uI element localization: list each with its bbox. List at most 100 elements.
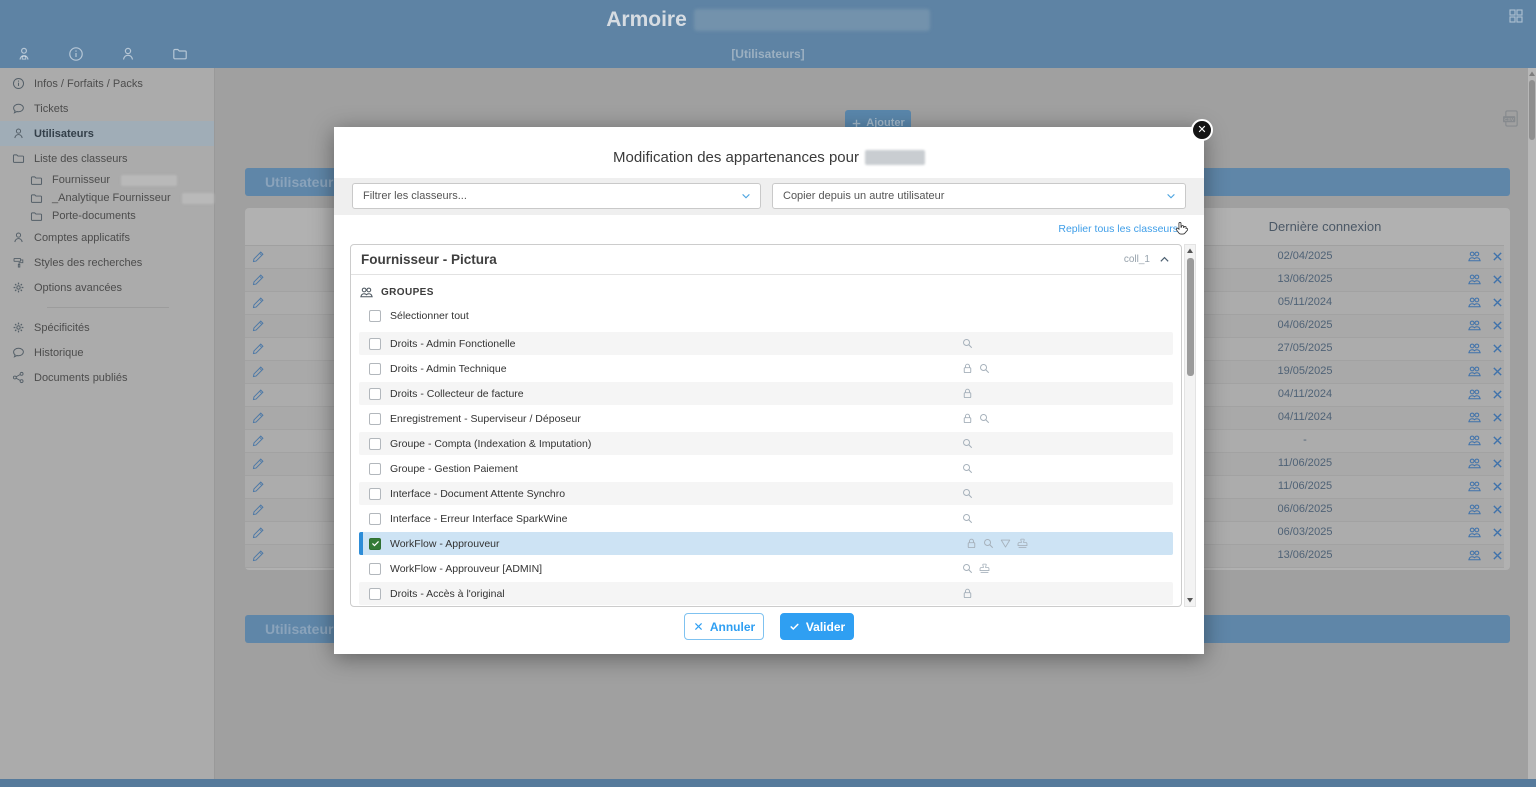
sidebar-item-porte-documents[interactable]: Porte-documents (0, 207, 214, 225)
group-checkbox[interactable] (369, 513, 381, 525)
edit-icon[interactable] (252, 411, 265, 424)
delete-icon[interactable] (1491, 319, 1504, 332)
classeur-panel-header[interactable]: Fournisseur - Pictura coll_1 (351, 245, 1181, 275)
apps-grid-icon[interactable] (1508, 8, 1524, 24)
edit-icon[interactable] (252, 365, 265, 378)
user-groups-icon[interactable] (1467, 318, 1482, 333)
user-groups-icon[interactable] (1467, 479, 1482, 494)
delete-icon[interactable] (1491, 250, 1504, 263)
user-groups-icon[interactable] (1467, 456, 1482, 471)
delete-icon[interactable] (1491, 434, 1504, 447)
modal-scroll-thumb[interactable] (1187, 258, 1194, 376)
delete-icon[interactable] (1491, 342, 1504, 355)
user-groups-icon[interactable] (1467, 249, 1482, 264)
edit-icon[interactable] (252, 434, 265, 447)
edit-icon[interactable] (252, 388, 265, 401)
edit-icon[interactable] (252, 296, 265, 309)
close-icon[interactable]: ✕ (1191, 119, 1213, 141)
group-checkbox[interactable] (369, 488, 381, 500)
group-checkbox[interactable] (369, 588, 381, 600)
sidebar-item-infos-forfaits-packs[interactable]: Infos / Forfaits / Packs (0, 71, 214, 96)
user-groups-icon[interactable] (1467, 410, 1482, 425)
group-checkbox[interactable] (369, 338, 381, 350)
delete-icon[interactable] (1491, 503, 1504, 516)
group-row-enregistrement-superviseur-d-poseur[interactable]: Enregistrement - Superviseur / Déposeur (359, 407, 1173, 430)
group-row-workflow-approuveur-admin[interactable]: WorkFlow - Approuveur [ADMIN] (359, 557, 1173, 580)
delete-icon[interactable] (1491, 273, 1504, 286)
group-row-groupe-compta-indexation-imputation[interactable]: Groupe - Compta (Indexation & Imputation… (359, 432, 1173, 455)
delete-icon[interactable] (1491, 480, 1504, 493)
edit-icon[interactable] (252, 342, 265, 355)
edit-icon[interactable] (252, 503, 265, 516)
edit-icon[interactable] (252, 457, 265, 470)
scroll-up-icon[interactable] (1186, 247, 1194, 255)
page-scroll-thumb[interactable] (1529, 80, 1535, 140)
edit-icon[interactable] (252, 273, 265, 286)
select-all-row[interactable]: Sélectionner tout (359, 305, 1173, 327)
sidebar-item-historique[interactable]: Historique (0, 340, 214, 365)
group-row-interface-document-attente-synchro[interactable]: Interface - Document Attente Synchro (359, 482, 1173, 505)
sidebar-item-options-avanc-es[interactable]: Options avancées (0, 275, 214, 300)
edit-icon[interactable] (252, 526, 265, 539)
delete-icon[interactable] (1491, 411, 1504, 424)
group-checkbox[interactable] (369, 463, 381, 475)
edit-icon[interactable] (252, 549, 265, 562)
group-row-workflow-approuveur[interactable]: WorkFlow - Approuveur (359, 532, 1173, 555)
chevron-up-icon[interactable] (1158, 253, 1171, 266)
group-checkbox[interactable] (369, 563, 381, 575)
sidebar-item-documents-publi-s[interactable]: Documents publiés (0, 365, 214, 390)
sidebar-item-utilisateurs[interactable]: Utilisateurs (0, 121, 214, 146)
group-row-droits-admin-fonctionelle[interactable]: Droits - Admin Fonctionelle (359, 332, 1173, 355)
user-groups-icon[interactable] (1467, 433, 1482, 448)
user-groups-icon[interactable] (1467, 548, 1482, 563)
delete-icon[interactable] (1491, 365, 1504, 378)
group-row-droits-acc-s-l-original[interactable]: Droits - Accès à l'original (359, 582, 1173, 605)
group-checkbox[interactable] (369, 538, 381, 550)
user-groups-icon[interactable] (1467, 341, 1482, 356)
page-scrollbar[interactable] (1528, 68, 1536, 779)
copy-from-user-select[interactable]: Copier depuis un autre utilisateur (772, 183, 1186, 209)
collapse-all-link[interactable]: Replier tous les classeurs (1058, 223, 1178, 235)
confirm-button[interactable]: Valider (780, 613, 854, 640)
user-groups-icon[interactable] (1467, 272, 1482, 287)
delete-icon[interactable] (1491, 457, 1504, 470)
group-checkbox[interactable] (369, 413, 381, 425)
filter-classeurs-select[interactable]: Filtrer les classeurs... (352, 183, 761, 209)
sidebar-item-comptes-applicatifs[interactable]: Comptes applicatifs (0, 225, 214, 250)
select-all-checkbox[interactable] (369, 310, 381, 322)
edit-icon[interactable] (252, 250, 265, 263)
sidebar-item-sp-cificit-s[interactable]: Spécificités (0, 315, 214, 340)
folder-icon[interactable] (172, 46, 188, 62)
modal-list-scrollbar[interactable] (1184, 244, 1196, 607)
info-icon[interactable] (68, 46, 84, 62)
user-groups-icon[interactable] (1467, 525, 1482, 540)
user-lock-icon[interactable] (16, 46, 32, 62)
cancel-button[interactable]: Annuler (684, 613, 764, 640)
delete-icon[interactable] (1491, 526, 1504, 539)
sidebar-item-tickets[interactable]: Tickets (0, 96, 214, 121)
scroll-down-icon[interactable] (1186, 596, 1194, 604)
csv-export-icon[interactable]: CSV (1502, 110, 1521, 127)
delete-icon[interactable] (1491, 549, 1504, 562)
user-icon[interactable] (120, 46, 136, 62)
edit-icon[interactable] (252, 480, 265, 493)
sidebar-item-fournisseur[interactable]: Fournisseur (0, 171, 214, 189)
scroll-up-icon[interactable] (1528, 70, 1536, 78)
delete-icon[interactable] (1491, 296, 1504, 309)
user-groups-icon[interactable] (1467, 387, 1482, 402)
group-row-groupe-gestion-paiement[interactable]: Groupe - Gestion Paiement (359, 457, 1173, 480)
group-row-droits-collecteur-de-facture[interactable]: Droits - Collecteur de facture (359, 382, 1173, 405)
group-checkbox[interactable] (369, 388, 381, 400)
edit-icon[interactable] (252, 319, 265, 332)
delete-icon[interactable] (1491, 388, 1504, 401)
user-groups-icon[interactable] (1467, 295, 1482, 310)
sidebar-item-styles-des-recherches[interactable]: Styles des recherches (0, 250, 214, 275)
group-row-interface-erreur-interface-sparkwine[interactable]: Interface - Erreur Interface SparkWine (359, 507, 1173, 530)
sidebar-item-analytique-fournisseur[interactable]: _Analytique Fournisseur (0, 189, 214, 207)
group-row-droits-admin-technique[interactable]: Droits - Admin Technique (359, 357, 1173, 380)
user-groups-icon[interactable] (1467, 364, 1482, 379)
group-checkbox[interactable] (369, 438, 381, 450)
sidebar-item-liste-des-classeurs[interactable]: Liste des classeurs (0, 146, 214, 171)
group-checkbox[interactable] (369, 363, 381, 375)
user-groups-icon[interactable] (1467, 502, 1482, 517)
